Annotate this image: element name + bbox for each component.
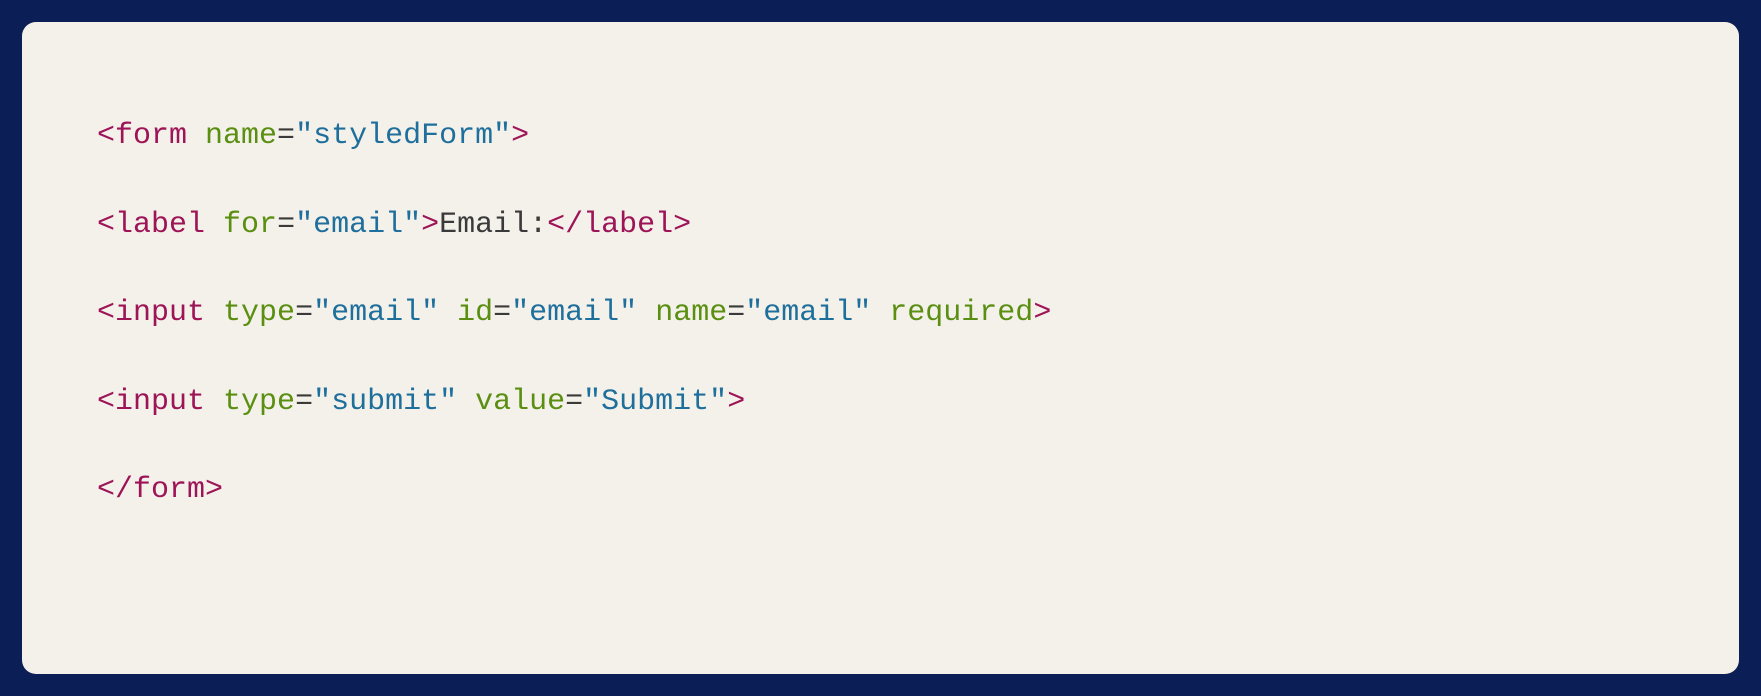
code-token-eq: = — [727, 296, 745, 330]
code-token-tag: > — [421, 208, 439, 242]
code-token-text: Email: — [439, 208, 547, 242]
code-line: <input type="email" id="email" name="ema… — [97, 296, 1051, 330]
code-panel: <form name="styledForm"> <label for="ema… — [22, 22, 1739, 674]
code-token-text — [205, 208, 223, 242]
code-token-tag: > — [727, 385, 745, 419]
code-token-attr: for — [223, 208, 277, 242]
code-token-text — [637, 296, 655, 330]
code-token-val: "email" — [313, 296, 439, 330]
code-line: <label for="email">Email:</label> — [97, 208, 691, 242]
code-token-attr: id — [457, 296, 493, 330]
code-token-val: "submit" — [313, 385, 457, 419]
code-block: <form name="styledForm"> <label for="ema… — [97, 92, 1664, 535]
code-token-attr: value — [475, 385, 565, 419]
code-token-eq: = — [277, 208, 295, 242]
code-line: <form name="styledForm"> — [97, 119, 529, 153]
code-token-eq: = — [493, 296, 511, 330]
code-token-text — [871, 296, 889, 330]
code-token-eq: = — [277, 119, 295, 153]
code-token-text — [457, 385, 475, 419]
code-line: </form> — [97, 473, 223, 507]
code-token-tag: <input — [97, 296, 205, 330]
code-token-tag: > — [511, 119, 529, 153]
code-token-text — [439, 296, 457, 330]
code-token-text — [187, 119, 205, 153]
code-token-tag: <label — [97, 208, 205, 242]
code-token-eq: = — [295, 385, 313, 419]
code-token-attr: type — [223, 296, 295, 330]
code-token-val: "email" — [295, 208, 421, 242]
code-token-eq: = — [565, 385, 583, 419]
code-line: <input type="submit" value="Submit"> — [97, 385, 745, 419]
code-token-tag: </form> — [97, 473, 223, 507]
code-token-attr: type — [223, 385, 295, 419]
code-token-tag: </label> — [547, 208, 691, 242]
code-token-text — [205, 385, 223, 419]
code-token-tag: <form — [97, 119, 187, 153]
code-token-text — [205, 296, 223, 330]
code-token-val: "email" — [745, 296, 871, 330]
code-token-tag: <input — [97, 385, 205, 419]
code-token-attr: name — [205, 119, 277, 153]
code-token-val: "email" — [511, 296, 637, 330]
code-token-val: "Submit" — [583, 385, 727, 419]
code-token-attr: name — [655, 296, 727, 330]
code-token-tag: > — [1033, 296, 1051, 330]
code-token-attr: required — [889, 296, 1033, 330]
code-token-eq: = — [295, 296, 313, 330]
code-token-val: "styledForm" — [295, 119, 511, 153]
